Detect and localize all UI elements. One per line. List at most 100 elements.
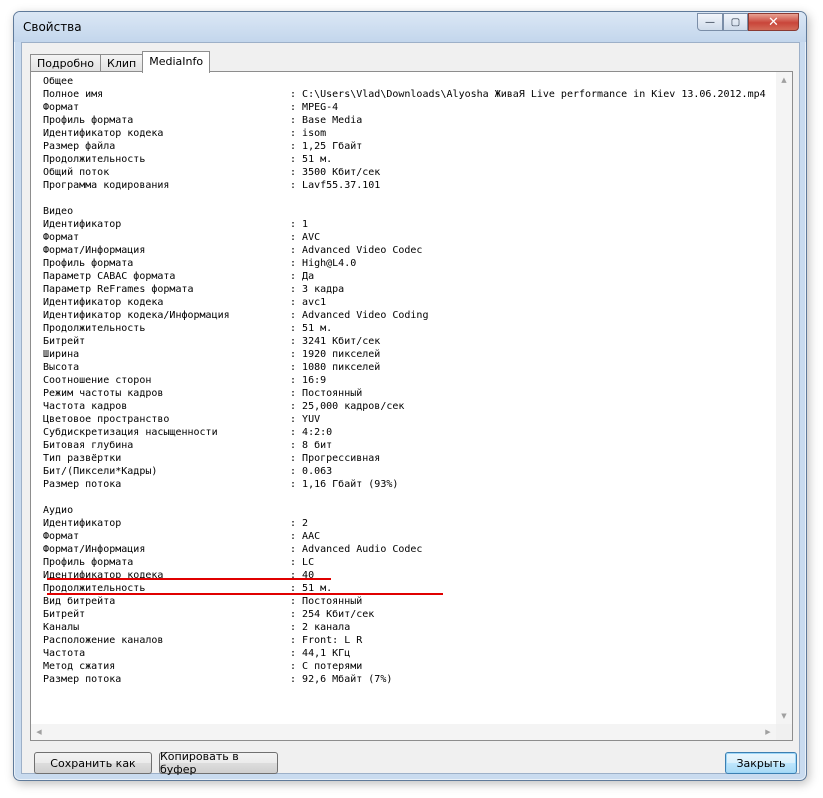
info-key: Идентификатор — [43, 219, 122, 230]
info-value-text: 8 бит — [302, 440, 333, 451]
info-key: Битрейт — [43, 609, 86, 620]
info-value: : 3500 Кбит/сек — [290, 166, 380, 179]
info-separator: : — [290, 479, 303, 490]
title-bar[interactable]: Свойства — ▢ ✕ — [14, 12, 806, 42]
info-value-text: 1 — [302, 219, 309, 230]
info-row: Формат: AVC — [35, 231, 776, 244]
info-row: Идентификатор кодека/Информация : Advance… — [35, 309, 776, 322]
info-key: Соотношение сторон — [43, 375, 152, 386]
info-key: Формат — [43, 531, 80, 542]
info-row: Профиль формата : LC — [35, 556, 776, 569]
info-row: Профиль формата: High@L4.0 — [35, 257, 776, 270]
info-value: : avc1 — [290, 296, 326, 309]
info-key: Общий поток — [43, 167, 110, 178]
info-key: Идентификатор кодека/Информация — [43, 310, 230, 321]
info-value-text: 92,6 Мбайт (7%) — [302, 674, 393, 685]
info-value: : 1,16 Гбайт (93%) — [290, 478, 398, 491]
tab-mediainfo[interactable]: MediaInfo — [142, 51, 211, 73]
info-key: Битрейт — [43, 336, 86, 347]
info-separator: : — [290, 440, 303, 451]
info-separator: : — [290, 141, 303, 152]
info-value-text: AVC — [302, 232, 321, 243]
info-value-text: YUV — [302, 414, 321, 425]
info-value: : 254 Кбит/сек — [290, 608, 374, 621]
scroll-left-icon[interactable]: ◀ — [31, 724, 47, 740]
info-value: : Advanced Video Coding — [290, 309, 428, 322]
info-separator: : — [290, 128, 303, 139]
info-key: Метод сжатия — [43, 661, 116, 672]
info-value: : С потерями — [290, 660, 362, 673]
info-key: Ширина — [43, 349, 80, 360]
info-value: : 3241 Кбит/сек — [290, 335, 380, 348]
info-value-text: С потерями — [302, 661, 363, 672]
info-row: Формат: MPEG-4 — [35, 101, 776, 114]
info-value-text: Прогрессивная — [302, 453, 381, 464]
info-separator: : — [290, 414, 303, 425]
mediainfo-text-area[interactable]: Общее Полное имя: C:\Users\Vlad\Downloads… — [35, 75, 776, 724]
minimize-button[interactable]: — — [697, 13, 723, 31]
info-value-text: 0.063 — [302, 466, 333, 477]
info-value: : 2 канала — [290, 621, 350, 634]
maximize-button[interactable]: ▢ — [723, 13, 748, 31]
dialog-client-area: Подробно Клип MediaInfo Общее Полное имя:… — [21, 42, 800, 776]
close-window-button[interactable]: ✕ — [748, 13, 799, 31]
info-key: Продолжительность — [43, 154, 146, 165]
info-row: Частота кадров: 25,000 кадров/сек — [35, 400, 776, 413]
info-key: Размер потока — [43, 479, 122, 490]
info-key: Каналы — [43, 622, 80, 633]
info-row: Формат: AAC — [35, 530, 776, 543]
info-key: Идентификатор кодека — [43, 570, 164, 581]
info-separator: : — [290, 518, 303, 529]
info-value: : 40 — [290, 569, 314, 582]
info-separator: : — [290, 401, 303, 412]
info-value-text: 1,25 Гбайт — [302, 141, 363, 152]
info-key: Идентификатор кодека — [43, 128, 164, 139]
info-value: : 51 м. — [290, 322, 332, 335]
info-row: Битовая глубина: 8 бит — [35, 439, 776, 452]
info-value: : Base Media — [290, 114, 362, 127]
info-value: : 51 м. — [290, 153, 332, 166]
info-separator: : — [290, 89, 303, 100]
info-key: Расположение каналов — [43, 635, 164, 646]
info-value: : isom — [290, 127, 326, 140]
info-key: Битовая глубина — [43, 440, 134, 451]
info-value: : 0.063 — [290, 465, 332, 478]
info-value-text: 25,000 кадров/сек — [302, 401, 405, 412]
info-value: : C:\Users\Vlad\Downloads\Alyosha ЖиваЯ … — [290, 88, 766, 101]
info-row: Бит/(Пиксели*Кадры) : 0.063 — [35, 465, 776, 478]
info-value-text: AAC — [302, 531, 321, 542]
info-value: : High@L4.0 — [290, 257, 356, 270]
info-value: : MPEG-4 — [290, 101, 338, 114]
scroll-right-icon[interactable]: ▶ — [760, 724, 776, 740]
info-value-text: 44,1 КГц — [302, 648, 351, 659]
vertical-scrollbar[interactable]: ▲ ▼ — [776, 72, 792, 724]
scroll-down-icon[interactable]: ▼ — [776, 708, 792, 724]
info-row: Субдискретизация насыщенности: 4:2:0 — [35, 426, 776, 439]
info-row: Идентификатор: 1 — [35, 218, 776, 231]
info-separator: : — [290, 219, 303, 230]
info-value: : Front: L R — [290, 634, 362, 647]
info-value-text: C:\Users\Vlad\Downloads\Alyosha ЖиваЯ Li… — [302, 89, 766, 100]
info-key: Тип развёртки — [43, 453, 122, 464]
info-value: : Lavf55.37.101 — [290, 179, 380, 192]
info-key: Бит/(Пиксели*Кадры) — [43, 466, 158, 477]
info-value-text: 4:2:0 — [302, 427, 333, 438]
info-row: Размер потока : 1,16 Гбайт (93%) — [35, 478, 776, 491]
save-as-button[interactable]: Сохранить как — [34, 752, 152, 774]
info-key: Профиль формата — [43, 557, 134, 568]
section-title: Общее — [43, 76, 74, 87]
info-separator: : — [290, 661, 303, 672]
info-separator: : — [290, 284, 303, 295]
close-button[interactable]: Закрыть — [725, 752, 797, 774]
copy-to-clipboard-button[interactable]: Копировать в буфер — [159, 750, 278, 776]
info-separator: : — [290, 531, 303, 542]
info-key: Полное имя — [43, 89, 104, 100]
info-value: : 1,25 Гбайт — [290, 140, 362, 153]
scroll-up-icon[interactable]: ▲ — [776, 72, 792, 88]
info-row: Идентификатор кодека: avc1 — [35, 296, 776, 309]
info-key: Продолжительность — [43, 323, 146, 334]
info-value: : LC — [290, 556, 314, 569]
highlight-underline-format — [47, 578, 331, 580]
horizontal-scrollbar[interactable]: ◀ ▶ — [31, 724, 776, 740]
info-row: Общий поток : 3500 Кбит/сек — [35, 166, 776, 179]
